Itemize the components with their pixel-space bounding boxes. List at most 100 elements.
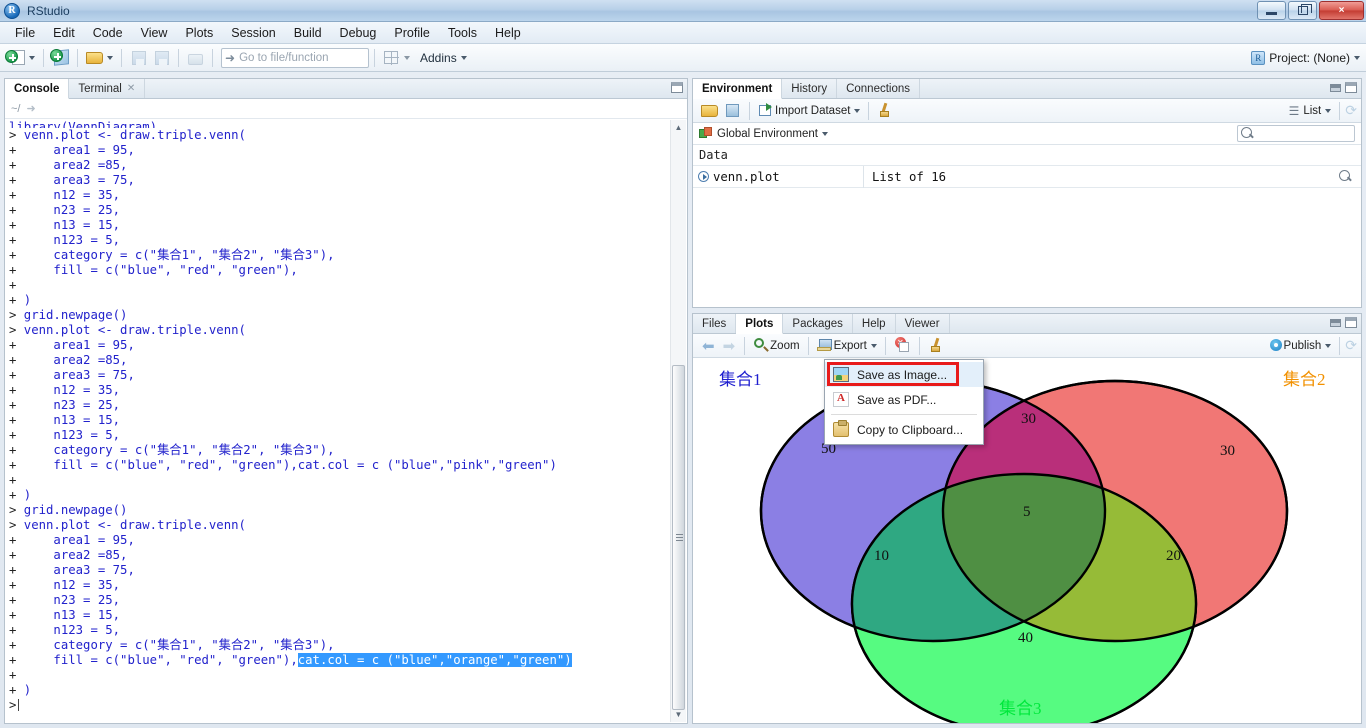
- clear-plots-button[interactable]: [925, 337, 948, 354]
- goto-placeholder: Go to file/function: [239, 51, 329, 64]
- folder-open-icon: [701, 102, 718, 119]
- console-line: + area1 = 95,: [9, 533, 687, 548]
- scroll-up-arrow[interactable]: ▲: [671, 120, 686, 135]
- tab-console[interactable]: Console: [5, 79, 70, 99]
- console-line: + n13 = 15,: [9, 413, 687, 428]
- addins-button[interactable]: Addins: [413, 47, 470, 69]
- refresh-icon[interactable]: ⟳: [1345, 337, 1357, 354]
- expand-icon[interactable]: [698, 171, 709, 182]
- tab-help[interactable]: Help: [853, 314, 896, 333]
- console-line: + fill = c("blue", "red", "green"),: [9, 263, 687, 278]
- toolbar-divider: [749, 101, 750, 120]
- new-file-button[interactable]: [5, 47, 38, 69]
- tab-history[interactable]: History: [782, 79, 838, 98]
- menu-debug[interactable]: Debug: [331, 24, 386, 42]
- publish-button[interactable]: Publish: [1266, 337, 1335, 354]
- open-file-button[interactable]: [83, 47, 116, 69]
- console-text: area1 = 95,: [16, 143, 135, 157]
- console-scrollbar[interactable]: ▲ ▼: [670, 120, 686, 722]
- menu-tools[interactable]: Tools: [439, 24, 486, 42]
- menu-plots[interactable]: Plots: [176, 24, 222, 42]
- toolbar-divider: [212, 48, 213, 67]
- save-workspace-button[interactable]: [721, 102, 744, 119]
- tab-connections[interactable]: Connections: [837, 79, 921, 98]
- export-button[interactable]: Export: [814, 337, 880, 354]
- plot-output-venn-diagram[interactable]: 集合1 集合2 集合3 50 30 40 30 10 20 5: [693, 359, 1361, 723]
- next-plot-icon[interactable]: ➡: [719, 337, 740, 355]
- new-project-button[interactable]: [49, 47, 72, 69]
- menu-item-copy-to-clipboard[interactable]: Copy to Clipboard...: [825, 417, 983, 442]
- minimize-environment-button[interactable]: [1330, 83, 1341, 92]
- toolbar-divider: [77, 48, 78, 67]
- environment-section-header: Data: [693, 145, 1361, 166]
- close-icon[interactable]: ✕: [127, 83, 135, 94]
- maximize-plots-button[interactable]: [1345, 317, 1357, 328]
- scrollbar-thumb[interactable]: [672, 365, 685, 710]
- console-prompt: +: [9, 278, 17, 292]
- environment-toolbar: Import Dataset ☰ List ⟳: [693, 99, 1361, 123]
- close-button[interactable]: ×: [1319, 1, 1364, 20]
- venn-count-set3-only: 40: [1018, 630, 1033, 646]
- load-workspace-button[interactable]: [698, 102, 721, 119]
- import-dataset-button[interactable]: Import Dataset: [755, 102, 863, 119]
- previous-plot-icon[interactable]: ⬅: [698, 337, 719, 355]
- goto-file-function-input[interactable]: ➜ Go to file/function: [221, 47, 369, 68]
- print-button[interactable]: [184, 47, 207, 69]
- maximize-console-button[interactable]: [671, 82, 683, 93]
- menu-item-save-as-pdf[interactable]: Save as PDF...: [825, 387, 983, 412]
- minimize-button[interactable]: [1257, 1, 1286, 20]
- tab-packages[interactable]: Packages: [783, 314, 853, 333]
- tab-history-label: History: [791, 82, 828, 95]
- tab-plots[interactable]: Plots: [736, 314, 784, 334]
- minimize-plots-button[interactable]: [1330, 318, 1341, 327]
- toolbar-divider: [1339, 101, 1341, 120]
- table-row[interactable]: venn.plot List of 16: [693, 165, 1361, 188]
- menu-build[interactable]: Build: [285, 24, 331, 42]
- console-text: fill = c("blue", "red", "green"),: [16, 263, 298, 277]
- menu-code[interactable]: Code: [84, 24, 132, 42]
- menu-help[interactable]: Help: [486, 24, 530, 42]
- console-line: + n123 = 5,: [9, 233, 687, 248]
- menu-session[interactable]: Session: [222, 24, 284, 42]
- console-text: ): [16, 293, 32, 307]
- save-all-button[interactable]: [150, 47, 173, 69]
- remove-plot-button[interactable]: ✕: [891, 337, 914, 354]
- workspace-panes-button[interactable]: [380, 47, 413, 69]
- save-button[interactable]: [127, 47, 150, 69]
- menu-profile[interactable]: Profile: [385, 24, 438, 42]
- view-object-icon[interactable]: [1339, 169, 1353, 184]
- console-text: n123 = 5,: [16, 623, 121, 637]
- toolbar-divider: [884, 336, 886, 355]
- environment-scope-selector[interactable]: Global Environment: [693, 123, 1361, 145]
- console-line: + category = c("集合1", "集合2", "集合3"),: [9, 638, 687, 653]
- view-mode-selector[interactable]: ☰ List: [1286, 104, 1335, 118]
- menu-edit[interactable]: Edit: [44, 24, 84, 42]
- project-selector[interactable]: R Project: (None): [1251, 50, 1360, 65]
- window-controls: ×: [1257, 1, 1364, 20]
- console-text: venn.plot <- draw.triple.venn(: [16, 323, 246, 337]
- environment-object-name: venn.plot: [713, 169, 780, 184]
- project-icon: R: [1251, 50, 1266, 65]
- menu-bar: File Edit Code View Plots Session Build …: [0, 22, 1366, 44]
- view-mode-label: List: [1303, 104, 1322, 117]
- refresh-icon[interactable]: ⟳: [1345, 102, 1357, 119]
- menu-file[interactable]: File: [6, 24, 44, 42]
- tab-viewer[interactable]: Viewer: [896, 314, 950, 333]
- maximize-environment-button[interactable]: [1345, 82, 1357, 93]
- restore-button[interactable]: [1288, 1, 1317, 20]
- open-directory-icon[interactable]: ➜: [26, 102, 35, 115]
- tab-terminal[interactable]: Terminal ✕: [69, 79, 146, 98]
- tab-environment[interactable]: Environment: [693, 79, 783, 99]
- console-selection[interactable]: cat.col = c ("blue","orange","green"): [297, 653, 572, 667]
- menu-item-save-as-image[interactable]: Save as Image...: [825, 362, 983, 387]
- venn-count-set2-set3: 20: [1166, 548, 1181, 564]
- environment-scope-label: Global Environment: [717, 127, 818, 140]
- environment-search-input[interactable]: [1237, 125, 1355, 142]
- tab-files[interactable]: Files: [693, 314, 737, 333]
- clear-workspace-button[interactable]: [874, 102, 897, 119]
- console-output[interactable]: library(VennDiagram) > venn.plot <- draw.…: [5, 120, 687, 723]
- scroll-down-arrow[interactable]: ▼: [671, 707, 686, 722]
- console-text: area1 = 95,: [16, 533, 135, 547]
- zoom-plot-button[interactable]: Zoom: [750, 337, 802, 354]
- menu-view[interactable]: View: [132, 24, 177, 42]
